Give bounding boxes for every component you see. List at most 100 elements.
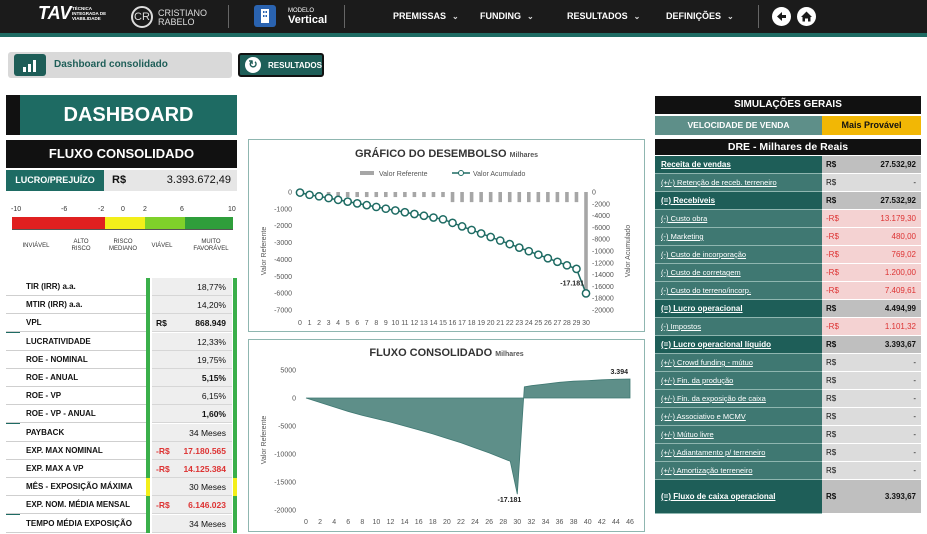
y-tick-label: -2000	[274, 223, 292, 230]
x-tick-label: 8	[374, 320, 378, 327]
kpi-value-text: 17.180.565	[183, 445, 226, 456]
acumulado-point	[448, 218, 457, 228]
dre-row-label[interactable]: (+/-) Fin. da exposição de caixa	[655, 390, 822, 408]
acumulado-point	[400, 207, 410, 217]
x-tick-label: 6	[355, 320, 359, 327]
dre-row-label[interactable]: (=) Lucro operacional	[655, 300, 822, 318]
home-icon[interactable]	[797, 7, 816, 26]
desembolso-bar	[574, 192, 579, 203]
dre-row-currency: R$	[822, 408, 846, 426]
dre-row-value: -	[846, 444, 921, 462]
x-tick-label: 14	[401, 519, 409, 526]
x-tick-label: 28	[563, 320, 571, 327]
dre-row-label[interactable]: (=) Recebíveis	[655, 192, 822, 210]
dre-row-value: -	[846, 408, 921, 426]
dre-row-label[interactable]: (-) Custo de incorporação	[655, 246, 822, 264]
x-tick-label: 2	[318, 519, 322, 526]
menu-funding[interactable]: FUNDING ⌄	[480, 11, 534, 21]
dre-row: (+/-) Fin. da exposição de caixa R$ -	[655, 390, 921, 408]
dre-row-label[interactable]: (=) Fluxo de caixa operacional	[655, 480, 822, 514]
tav-logo[interactable]: TAV	[38, 3, 71, 24]
chevron-down-icon: ⌄	[452, 12, 459, 21]
dre-row-value: 27.532,92	[846, 192, 921, 210]
dre-row-label[interactable]: (=) Lucro operacional líquido	[655, 336, 822, 354]
dre-row-value: -	[846, 426, 921, 444]
x-tick-label: 18	[429, 519, 437, 526]
desembolso-bar	[498, 192, 502, 203]
desembolso-bar	[479, 192, 483, 203]
dre-row-label[interactable]: (+/-) Associativo e MCMV	[655, 408, 822, 426]
kpi-row: ROE - NOMINAL 19,75%	[6, 350, 237, 369]
dre-row-value: -	[846, 390, 921, 408]
fluxo-chart-title: FLUXO CONSOLIDADO Milhares	[248, 347, 645, 359]
desembolso-bar	[507, 192, 512, 203]
kpi-label: ROE - VP - ANUAL	[6, 405, 146, 424]
dre-row-label[interactable]: (-) Marketing	[655, 228, 822, 246]
fluxo-chart: -20000-15000-10000-5000050000 2 4 6 8 10 12 14 1…	[261, 368, 634, 527]
dre-row-value: 480,00	[846, 228, 921, 246]
x-tick-label: 30	[513, 519, 521, 526]
x-tick-label: 23	[515, 320, 523, 327]
dre-row-label[interactable]: (+/-) Retenção de receb. terreneiro	[655, 174, 822, 192]
dre-row-value: 7.409,61	[846, 282, 921, 300]
kpi-label: EXP. MAX A VP	[6, 460, 146, 478]
scale-tick: 0	[121, 206, 125, 213]
acumulado-point	[362, 200, 372, 210]
dre-row-currency: R$	[822, 354, 846, 372]
dre-row-label[interactable]: (+/-) Amortização terreneiro	[655, 462, 822, 480]
back-arrow-icon[interactable]	[772, 7, 791, 26]
x-tick-label: 30	[582, 320, 590, 327]
velocidade-venda-select[interactable]: Mais Provável	[822, 116, 921, 135]
x-tick-label: 24	[471, 519, 479, 526]
scale-label-alto-risco: ALTO RISCO	[71, 239, 91, 252]
menu-resultados[interactable]: RESULTADOS ⌄	[567, 11, 640, 21]
menu-definicoes-label: DEFINIÇÕES	[666, 11, 722, 21]
x-tick-label: 19	[477, 320, 485, 327]
kpi-value: 30 Meses	[152, 478, 232, 497]
kpi-row: VPL R$ 868.949	[6, 314, 237, 333]
x-tick-label: 11	[401, 320, 408, 327]
dre-row-value: -	[846, 372, 921, 390]
x-tick-label: 17	[458, 320, 466, 327]
dre-row-label[interactable]: Receita de vendas	[655, 156, 822, 174]
page-title: DASHBOARD	[20, 95, 237, 135]
acumulado-point	[467, 225, 476, 235]
dre-row: (-) Custo de incorporação -R$ 769,02	[655, 246, 921, 264]
x-tick-label: 27	[554, 320, 562, 327]
dre-row: (-) Marketing -R$ 480,00	[655, 228, 921, 246]
dre-row-label[interactable]: (+/-) Fin. da produção	[655, 372, 822, 390]
dre-row-label[interactable]: (-) Impostos	[655, 318, 822, 336]
menu-definicoes[interactable]: DEFINIÇÕES ⌄	[666, 11, 734, 21]
data-label: -17.181	[498, 497, 522, 504]
x-tick-label: 20	[443, 519, 451, 526]
dre-title: DRE - Milhares de Reais	[655, 139, 921, 155]
menu-premissas[interactable]: PREMISSAS ⌄	[393, 11, 459, 21]
cristiano-rabelo-logo-icon: CR	[131, 6, 153, 28]
dre-row-label[interactable]: (-) Custo obra	[655, 210, 822, 228]
acumulado-point	[438, 214, 448, 224]
dre-row: (=) Fluxo de caixa operacional R$ 3.393,67	[655, 480, 921, 514]
legend-marker	[458, 170, 464, 176]
dre-row-label[interactable]: (+/-) Adiantamento p/ terreneiro	[655, 444, 822, 462]
kpi-value: 19,75%	[152, 350, 232, 369]
dre-row-value: 1.101,32	[846, 318, 921, 336]
x-tick-label: 6	[346, 519, 350, 526]
fluxo-consolidado-title: FLUXO CONSOLIDADO	[6, 140, 237, 168]
dre-row-label[interactable]: (-) Custo de corretagem	[655, 264, 822, 282]
dre-row-label[interactable]: (+/-) Crowd funding - mútuo	[655, 354, 822, 372]
desembolso-bar	[555, 192, 560, 203]
x-tick-label: 24	[525, 320, 533, 327]
dre-row-currency: -R$	[822, 264, 846, 282]
chevron-down-icon: ⌄	[633, 12, 641, 21]
y-tick-label: -15000	[274, 480, 296, 487]
dre-row-value: 1.200,00	[846, 264, 921, 282]
separator	[758, 5, 759, 28]
kpi-value: -R$ 6.146.023	[152, 496, 232, 515]
x-tick-label: 14	[430, 320, 438, 327]
logo-line-2: RABELO	[158, 17, 195, 27]
dre-row-label[interactable]: (+/-) Mútuo livre	[655, 426, 822, 444]
kpi-row: ROE - VP - ANUAL 1,60%	[6, 405, 237, 424]
data-label: 3.394	[610, 369, 628, 376]
dre-row-label[interactable]: (-) Custo do terreno/incorp.	[655, 282, 822, 300]
x-tick-label: 20	[487, 320, 495, 327]
